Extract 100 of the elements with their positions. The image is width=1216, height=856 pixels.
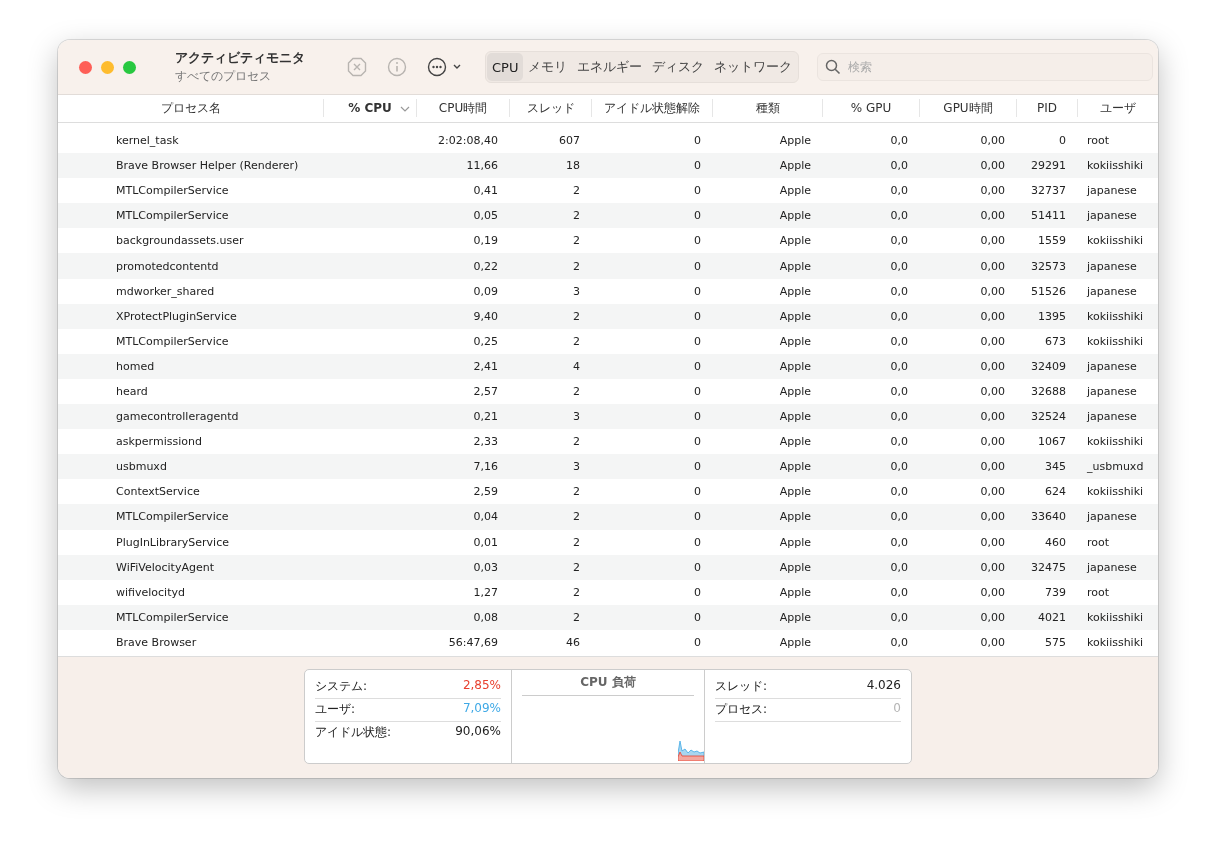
table-cell: Apple — [779, 159, 811, 173]
column-header[interactable]: % CPU — [324, 99, 417, 117]
tab[interactable]: ディスク — [647, 53, 710, 81]
table-cell: WiFiVelocityAgent — [116, 560, 214, 574]
table-cell: 0,0 — [890, 385, 908, 398]
table-cell: 0 — [694, 585, 701, 599]
search-field[interactable]: 検索 — [817, 53, 1154, 81]
table-cell: 0,00 — [980, 585, 1005, 599]
table-cell: 0,0 — [890, 134, 908, 148]
table-cell: 18 — [566, 159, 580, 173]
table-cell: 0 — [694, 560, 701, 574]
table-cell: 0,04 — [473, 510, 498, 524]
column-header[interactable]: スレッド — [510, 99, 592, 117]
tab[interactable]: メモリ — [523, 53, 573, 81]
table-cell: ContextService — [116, 485, 200, 499]
window-title: アクティビティモニタ — [175, 49, 306, 67]
table-cell: Apple — [779, 284, 811, 298]
table-cell: japanese — [1087, 560, 1137, 574]
table-cell: 0,22 — [473, 259, 498, 273]
table-cell: 2:02:08,40 — [438, 134, 498, 148]
table-cell: 345 — [1045, 460, 1066, 474]
column-label: ユーザ — [1100, 99, 1136, 117]
table-cell: root — [1087, 535, 1110, 549]
table-cell: 0,0 — [890, 560, 908, 574]
table-cell: 0,00 — [980, 385, 1005, 398]
table-cell: kokiisshiki — [1087, 635, 1144, 649]
column-header[interactable]: ユーザ — [1078, 99, 1158, 117]
more-menu-icon[interactable] — [427, 57, 463, 77]
minimize-button[interactable] — [101, 60, 114, 74]
table-cell: 0,00 — [980, 510, 1005, 524]
table-cell: 1395 — [1038, 309, 1066, 323]
column-header[interactable]: 種類 — [713, 99, 823, 117]
table-cell: 0,0 — [890, 234, 908, 248]
column-header[interactable]: GPU時間 — [920, 99, 1017, 117]
table-cell: 624 — [1045, 485, 1066, 499]
tab[interactable]: ネットワーク — [709, 53, 798, 81]
table-cell: 32475 — [1031, 560, 1066, 574]
column-label: プロセス名 — [160, 99, 221, 117]
table-cell: homed — [116, 359, 155, 373]
table-cell: 29291 — [1031, 159, 1066, 173]
stat-value: 2,85% — [462, 678, 501, 694]
table-cell: 0 — [694, 359, 701, 373]
table-cell: 0,00 — [980, 284, 1005, 298]
stat-label: ユーザ: — [315, 701, 356, 718]
table-cell: askpermissiond — [116, 435, 202, 449]
table-cell: 0,00 — [980, 159, 1005, 173]
tab[interactable]: CPU — [487, 53, 524, 81]
zoom-button[interactable] — [123, 60, 136, 74]
table-cell: 11,66 — [466, 159, 498, 173]
table-cell: Apple — [779, 585, 811, 599]
stat-value: 7,09% — [462, 701, 501, 717]
table-cell: 0,00 — [980, 560, 1005, 574]
table-cell: 0,00 — [980, 309, 1005, 323]
chart-title: CPU 負荷 — [522, 674, 694, 696]
table-cell: 51526 — [1031, 284, 1066, 298]
table-cell: 0 — [694, 435, 701, 449]
table-cell: kokiisshiki — [1087, 234, 1144, 248]
table-cell: japanese — [1087, 259, 1137, 273]
stop-process-icon[interactable] — [347, 57, 367, 77]
table-cell: Apple — [779, 635, 811, 649]
tab[interactable]: エネルギー — [572, 53, 648, 81]
table-cell: 32737 — [1031, 184, 1066, 198]
table-cell: 0,0 — [890, 510, 908, 524]
table-cell: japanese — [1087, 209, 1137, 223]
table-cell: 0,00 — [980, 535, 1005, 549]
table-cell: Apple — [779, 334, 811, 348]
table-cell: Apple — [779, 234, 811, 248]
table-cell: 4021 — [1038, 610, 1066, 624]
table-cell: 0 — [1059, 134, 1066, 148]
table-cell: MTLCompilerService — [116, 610, 229, 624]
column-header[interactable]: アイドル状態解除 — [592, 99, 713, 117]
table-cell: 0,00 — [980, 184, 1005, 198]
column-header[interactable]: % GPU — [823, 99, 920, 117]
table-cell: PlugInLibraryService — [116, 535, 229, 549]
info-icon[interactable] — [387, 57, 407, 77]
table-cell: 2 — [573, 535, 580, 549]
table-cell: 2 — [573, 560, 580, 574]
table-cell: 0,00 — [980, 485, 1005, 499]
column-header[interactable]: PID — [1017, 99, 1078, 117]
table-cell: 0 — [694, 334, 701, 348]
table-cell: 2 — [573, 309, 580, 323]
table-cell: Apple — [779, 460, 811, 474]
table-cell: 0,0 — [890, 359, 908, 373]
table-cell: kokiisshiki — [1087, 610, 1144, 624]
table-cell: 56:47,69 — [448, 635, 498, 649]
table-cell: 2 — [573, 334, 580, 348]
table-cell: 0,0 — [890, 485, 908, 499]
table-cell: 51411 — [1031, 209, 1066, 223]
close-button[interactable] — [79, 60, 92, 74]
table-cell: japanese — [1087, 410, 1137, 424]
column-header[interactable]: CPU時間 — [417, 99, 510, 117]
table-cell: 0,21 — [473, 410, 498, 424]
table-cell: 0,0 — [890, 635, 908, 649]
table-cell: 0,03 — [473, 560, 498, 574]
table-cell: 0 — [694, 510, 701, 524]
table-cell: 32409 — [1031, 359, 1066, 373]
column-header[interactable]: プロセス名 — [58, 99, 324, 117]
table-cell: 7,16 — [473, 460, 498, 474]
stat-label: システム: — [315, 678, 368, 695]
table-cell: 4 — [573, 359, 580, 373]
